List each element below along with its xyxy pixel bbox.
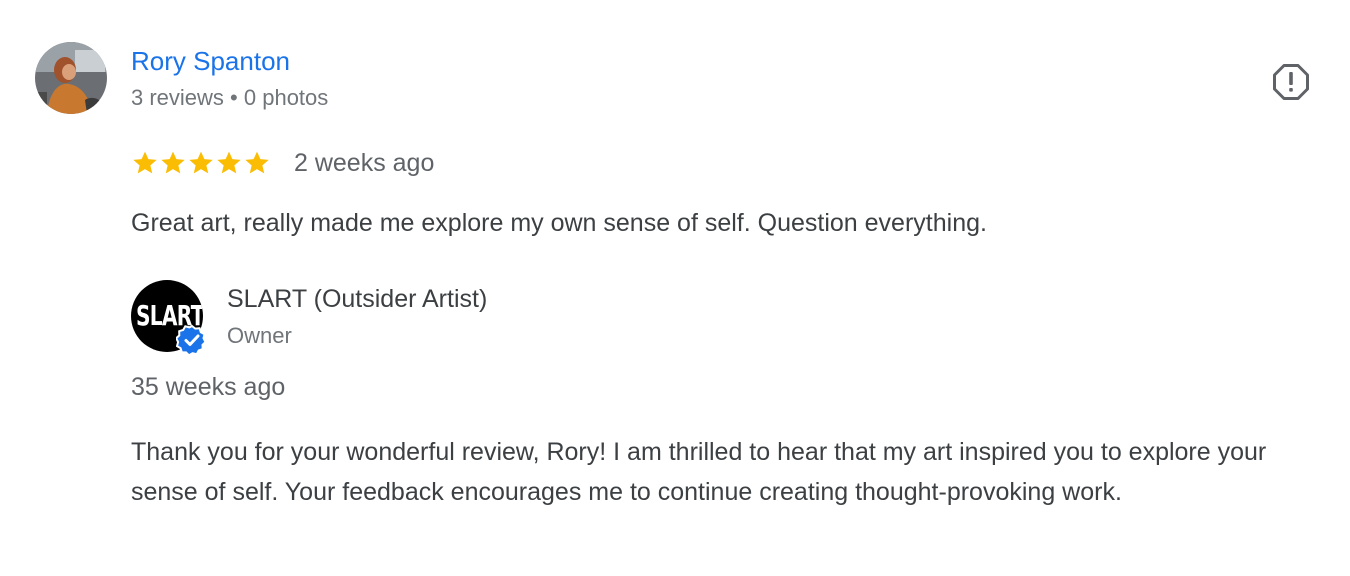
photos-count: 0 photos — [243, 85, 329, 110]
reviewer-avatar[interactable] — [35, 42, 107, 114]
review-date: 2 weeks ago — [294, 149, 435, 177]
star-icon — [133, 151, 157, 174]
star-icon — [161, 151, 185, 174]
report-flag-icon — [1273, 64, 1309, 100]
reviewer-name[interactable]: Rory Spanton — [131, 44, 290, 78]
owner-role: Owner — [227, 323, 292, 348]
star-icon — [217, 151, 241, 174]
star-icon — [189, 151, 213, 174]
reviewer-meta: 3 reviews • 0 photos — [131, 84, 328, 112]
owner-name[interactable]: SLART (Outsider Artist) — [227, 283, 487, 315]
verified-badge-icon — [176, 324, 207, 356]
review-text: Great art, really made me explore my own… — [131, 209, 987, 237]
meta-separator: • — [230, 85, 238, 110]
reply-text: Thank you for your wonderful review, Ror… — [131, 438, 1267, 506]
reviews-count: 3 reviews — [131, 85, 224, 110]
star-rating — [131, 147, 271, 179]
star-icon — [245, 151, 269, 174]
reply-date: 35 weeks ago — [131, 373, 286, 401]
owner-avatar[interactable]: SLART — [131, 280, 207, 356]
avatar-photo — [35, 42, 107, 114]
report-review-button[interactable] — [1266, 57, 1316, 107]
